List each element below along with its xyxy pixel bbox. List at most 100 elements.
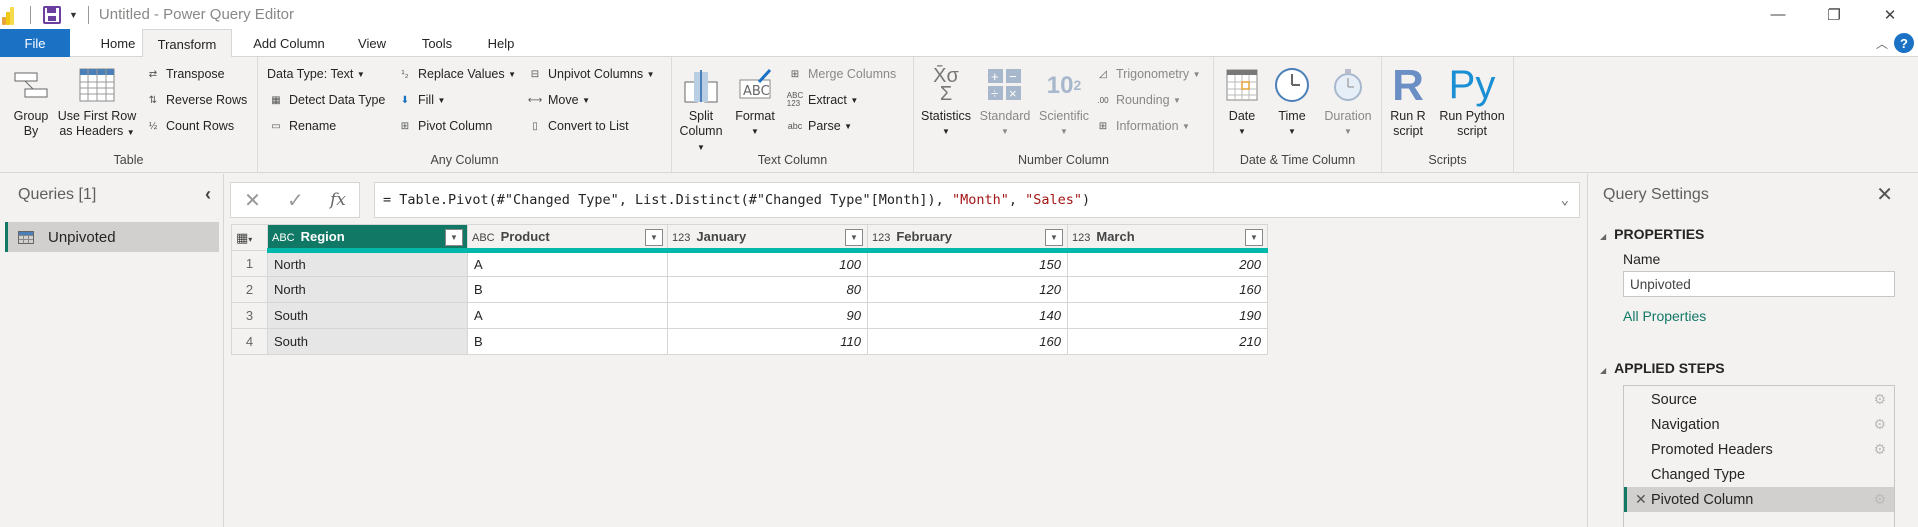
commit-formula-icon[interactable]: ✓ bbox=[287, 188, 304, 213]
cell[interactable]: 80 bbox=[667, 276, 868, 303]
pivot-column-button[interactable]: ⊞ Pivot Column bbox=[396, 116, 493, 136]
column-header-march[interactable]: 123 March ▼ bbox=[1067, 224, 1268, 253]
text-type-icon[interactable]: ABC bbox=[472, 232, 495, 244]
filter-dropdown-icon[interactable]: ▼ bbox=[645, 229, 663, 246]
query-item-unpivoted[interactable]: Unpivoted bbox=[5, 222, 219, 252]
filter-dropdown-icon[interactable]: ▼ bbox=[845, 229, 863, 246]
merge-columns-button[interactable]: ⊞ Merge Columns bbox=[786, 64, 896, 84]
table-menu-icon[interactable]: ▦▾ bbox=[231, 224, 268, 251]
rounding-button[interactable]: .00 Rounding ▼ bbox=[1094, 90, 1180, 110]
step-navigation[interactable]: Navigation ⚙ bbox=[1624, 412, 1894, 437]
tab-view[interactable]: View bbox=[350, 29, 394, 57]
all-properties-link[interactable]: All Properties bbox=[1623, 308, 1706, 324]
reverse-rows-button[interactable]: ⇅ Reverse Rows bbox=[144, 90, 247, 110]
cell[interactable]: South bbox=[267, 328, 468, 355]
query-name-input[interactable] bbox=[1623, 271, 1895, 297]
tab-help[interactable]: Help bbox=[480, 29, 522, 57]
scientific-button[interactable]: 10 2 Scientific ▼ bbox=[1036, 63, 1092, 139]
convert-to-list-button[interactable]: ▯ Convert to List bbox=[526, 116, 628, 136]
cell[interactable]: 120 bbox=[867, 276, 1068, 303]
restore-button[interactable]: ❐ bbox=[1806, 0, 1862, 29]
save-icon[interactable] bbox=[43, 5, 61, 24]
time-button[interactable]: Time ▼ bbox=[1270, 63, 1314, 139]
step-promoted-headers[interactable]: Promoted Headers ⚙ bbox=[1624, 437, 1894, 462]
unpivot-columns-button[interactable]: ⊟ Unpivot Columns ▼ bbox=[526, 64, 655, 84]
gear-icon[interactable]: ⚙ bbox=[1873, 391, 1886, 408]
tab-add-column[interactable]: Add Column bbox=[244, 29, 334, 57]
column-header-january[interactable]: 123 January ▼ bbox=[667, 224, 868, 253]
group-by-button[interactable]: Group By bbox=[8, 63, 54, 139]
cell[interactable]: 140 bbox=[867, 302, 1068, 329]
quick-access-dropdown-icon[interactable]: ▼ bbox=[69, 10, 78, 20]
cell[interactable]: South bbox=[267, 302, 468, 329]
cell[interactable]: 160 bbox=[1067, 276, 1268, 303]
cancel-formula-icon[interactable]: ✕ bbox=[244, 188, 261, 213]
cell[interactable]: 150 bbox=[867, 250, 1068, 277]
gear-icon[interactable]: ⚙ bbox=[1873, 416, 1886, 433]
applied-steps-section-header[interactable]: ◢ APPLIED STEPS bbox=[1600, 360, 1725, 376]
minimize-button[interactable]: — bbox=[1750, 0, 1806, 29]
column-header-february[interactable]: 123 February ▼ bbox=[867, 224, 1068, 253]
step-pivoted-column[interactable]: ✕ Pivoted Column ⚙ bbox=[1624, 487, 1894, 512]
step-changed-type[interactable]: Changed Type bbox=[1624, 462, 1894, 487]
fx-icon[interactable]: fx bbox=[330, 190, 346, 210]
run-r-script-button[interactable]: R Run R script bbox=[1386, 63, 1430, 139]
cell[interactable]: A bbox=[467, 302, 668, 329]
extract-button[interactable]: ABC 123 Extract ▼ bbox=[786, 90, 859, 110]
number-type-icon[interactable]: 123 bbox=[672, 232, 690, 244]
rename-button[interactable]: ▭ Rename bbox=[267, 116, 336, 136]
split-column-button[interactable]: Split Column ▼ bbox=[676, 63, 726, 155]
tab-file[interactable]: File bbox=[0, 29, 70, 57]
formula-input[interactable]: = Table.Pivot(#"Changed Type", List.Dist… bbox=[374, 182, 1580, 218]
collapse-ribbon-icon[interactable]: ︿ bbox=[1876, 35, 1888, 52]
cell[interactable]: 100 bbox=[667, 250, 868, 277]
step-source[interactable]: Source ⚙ bbox=[1624, 387, 1894, 412]
filter-dropdown-icon[interactable]: ▼ bbox=[1045, 229, 1063, 246]
count-rows-button[interactable]: ½ Count Rows bbox=[144, 116, 234, 136]
duration-button[interactable]: Duration ▼ bbox=[1318, 63, 1378, 139]
tab-transform[interactable]: Transform bbox=[142, 29, 232, 58]
use-first-row-as-headers-button[interactable]: Use First Row as Headers ▼ bbox=[56, 63, 138, 140]
standard-button[interactable]: + − ÷ × Standard ▼ bbox=[976, 63, 1034, 139]
expand-formula-chevron-icon[interactable]: ⌄ bbox=[1561, 183, 1569, 217]
delete-step-icon[interactable]: ✕ bbox=[1635, 491, 1647, 508]
cell[interactable]: 160 bbox=[867, 328, 1068, 355]
statistics-button[interactable]: X̄σ Σ Statistics ▼ bbox=[920, 63, 972, 139]
close-settings-icon[interactable]: ✕ bbox=[1876, 182, 1893, 207]
filter-dropdown-icon[interactable]: ▼ bbox=[1245, 229, 1263, 246]
run-python-script-button[interactable]: Py Run Python script bbox=[1434, 63, 1510, 139]
date-button[interactable]: Date ▼ bbox=[1220, 63, 1264, 139]
gear-icon[interactable]: ⚙ bbox=[1873, 491, 1886, 508]
fill-button[interactable]: ⬇ Fill ▼ bbox=[396, 90, 446, 110]
cell[interactable]: B bbox=[467, 328, 668, 355]
information-button[interactable]: ⊞ Information ▼ bbox=[1094, 116, 1190, 136]
parse-button[interactable]: abc Parse ▼ bbox=[786, 116, 852, 136]
trigonometry-button[interactable]: ◿ Trigonometry ▼ bbox=[1094, 64, 1200, 84]
format-button[interactable]: ABC Format ▼ bbox=[732, 63, 778, 139]
close-button[interactable]: ✕ bbox=[1862, 0, 1918, 29]
collapse-queries-chevron-icon[interactable]: ‹ bbox=[205, 184, 211, 205]
cell[interactable]: North bbox=[267, 250, 468, 277]
detect-data-type-button[interactable]: ▦ Detect Data Type bbox=[267, 90, 385, 110]
cell[interactable]: North bbox=[267, 276, 468, 303]
cell[interactable]: A bbox=[467, 250, 668, 277]
help-icon[interactable]: ? bbox=[1894, 33, 1914, 53]
tab-tools[interactable]: Tools bbox=[414, 29, 460, 57]
cell[interactable]: 190 bbox=[1067, 302, 1268, 329]
replace-values-button[interactable]: ¹₂ Replace Values ▼ bbox=[396, 64, 516, 84]
column-header-region[interactable]: ABC Region ▼ bbox=[267, 224, 468, 253]
cell[interactable]: B bbox=[467, 276, 668, 303]
cell[interactable]: 200 bbox=[1067, 250, 1268, 277]
column-header-product[interactable]: ABC Product ▼ bbox=[467, 224, 668, 253]
data-type-dropdown[interactable]: Data Type: Text ▼ bbox=[267, 64, 365, 84]
filter-dropdown-icon[interactable]: ▼ bbox=[445, 229, 463, 246]
transpose-button[interactable]: ⇄ Transpose bbox=[144, 64, 225, 84]
gear-icon[interactable]: ⚙ bbox=[1873, 441, 1886, 458]
move-button[interactable]: ⟷ Move ▼ bbox=[526, 90, 590, 110]
number-type-icon[interactable]: 123 bbox=[1072, 232, 1090, 244]
number-type-icon[interactable]: 123 bbox=[872, 232, 890, 244]
cell[interactable]: 110 bbox=[667, 328, 868, 355]
properties-section-header[interactable]: ◢ PROPERTIES bbox=[1600, 226, 1704, 242]
cell[interactable]: 90 bbox=[667, 302, 868, 329]
cell[interactable]: 210 bbox=[1067, 328, 1268, 355]
